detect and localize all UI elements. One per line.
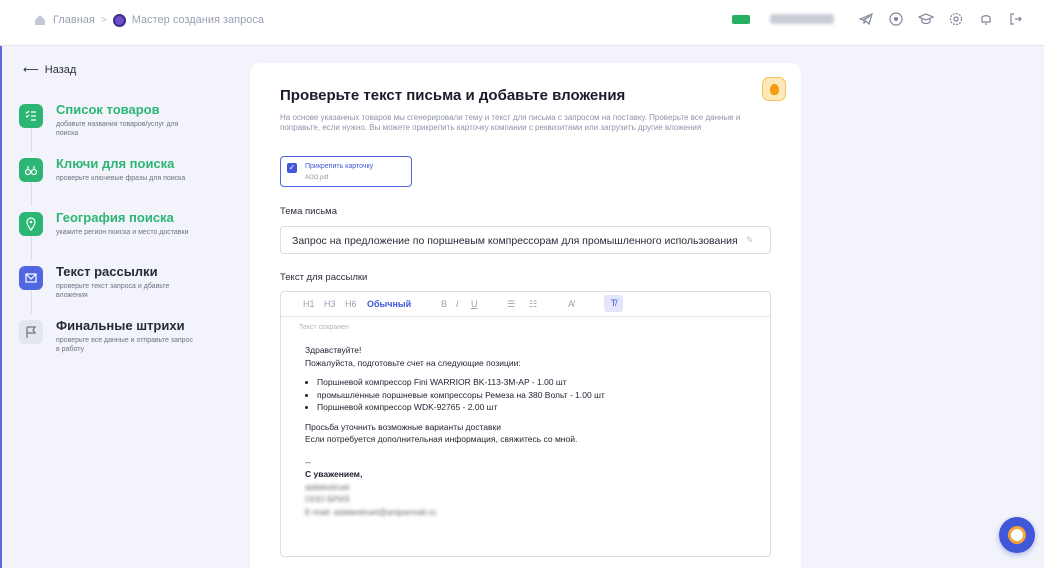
home-icon[interactable] (33, 13, 47, 27)
mail-body[interactable]: Здравствуйте! Пожалуйста, подготовьте сч… (305, 344, 755, 518)
step-final[interactable]: Финальные штрихи проверьте все данные и … (18, 316, 218, 370)
step-geography[interactable]: География поиска укажите регион поиска и… (18, 208, 218, 262)
mail-regards: С уважением, (305, 469, 363, 479)
normal-text-button[interactable]: Обычный (367, 299, 411, 309)
graduation-cap-icon[interactable] (918, 11, 934, 27)
signature-company: ООО БРИЗ (305, 494, 350, 504)
page-subtitle: На основе указанных товаров мы сгенериро… (280, 113, 741, 132)
heading6-button[interactable]: H6 (345, 299, 357, 309)
step-desc: проверьте текст запроса и дбавьте вложен… (56, 283, 170, 299)
step-desc: укажите регион поиска и место доставки (56, 229, 189, 236)
balance-indicator-icon (732, 14, 750, 24)
heading1-button[interactable]: H1 (303, 299, 315, 309)
step-products[interactable]: Список товаров добавьте названия товаров… (18, 100, 218, 154)
mail-intro: Пожалуйста, подготовьте счет на следующи… (305, 357, 521, 368)
mail-separator: -- (305, 456, 311, 467)
lightbulb-icon[interactable] (762, 77, 786, 101)
breadcrumb: Главная > Мастер создания запроса (33, 13, 264, 27)
step-title: Финальные штрихи (56, 318, 185, 333)
saved-status: Текст сохранен (299, 324, 349, 331)
wizard-steps: Список товаров добавьте названия товаров… (18, 100, 218, 370)
chat-bot-icon (1008, 526, 1026, 544)
header-tools (732, 11, 1024, 27)
binoculars-icon (19, 158, 43, 182)
underline-button[interactable]: U (471, 299, 478, 309)
breadcrumb-home[interactable]: Главная (53, 14, 95, 26)
left-accent-line (0, 0, 2, 568)
bullet-list-icon[interactable]: ☰ (507, 299, 515, 310)
whatsapp-icon[interactable] (888, 11, 904, 27)
back-label: Назад (44, 63, 77, 76)
ordered-list-icon[interactable]: ☷ (529, 299, 537, 310)
page-title: Проверьте текст письма и добавьте вложен… (280, 87, 626, 104)
list-item: Поршневой компрессор Fini WARRIOR BK-113… (317, 376, 755, 389)
mail-greeting: Здравствуйте! (305, 345, 362, 355)
signature-name: aidatestruet (305, 481, 350, 492)
step-desc: добавьте названия товаров/услуг для поис… (56, 121, 179, 137)
step-title: Текст рассылки (56, 264, 158, 279)
step-desc: проверьте все данные и отправьте запрос … (56, 337, 193, 353)
bold-button[interactable]: B (441, 299, 447, 309)
user-name[interactable] (770, 14, 834, 24)
step-desc: проверьте ключевые фразы для поиска (56, 175, 186, 182)
chevron-right-icon: > (100, 14, 107, 26)
subject-label: Тема письма (280, 206, 337, 217)
subject-value[interactable]: Запрос на предложение по поршневым компр… (292, 235, 738, 247)
step-title: Список товаров (56, 102, 160, 117)
wizard-icon (112, 13, 126, 27)
step-mail-text[interactable]: Текст рассылки проверьте текст запроса и… (18, 262, 218, 316)
attach-file-name: AOO.pdf (305, 175, 329, 181)
envelope-icon (19, 266, 43, 290)
logout-icon[interactable] (1008, 11, 1024, 27)
checklist-icon (19, 104, 43, 128)
telegram-icon[interactable] (858, 11, 874, 27)
step-keywords[interactable]: Ключи для поиска проверьте ключевые фраз… (18, 154, 218, 208)
subject-field[interactable]: Запрос на предложение по поршневым компр… (280, 226, 771, 254)
flag-icon (19, 320, 43, 344)
text-label: Текст для рассылки (280, 272, 368, 283)
attach-label: Прикрепить карточку (305, 163, 374, 170)
clear-format-icon[interactable]: T̸ (604, 295, 623, 312)
gear-icon[interactable] (948, 11, 964, 27)
list-item: промышленные поршневые компрессоры Ремез… (317, 389, 755, 402)
list-item: Поршневой компрессор WDK-92765 - 2.00 шт (317, 401, 755, 414)
heading3-button[interactable]: H3 (324, 299, 336, 309)
editor-toolbar: H1 H3 H6 Обычный B I U ☰ ☷ A̸ T̸ (281, 292, 770, 317)
top-bar: Главная > Мастер создания запроса (0, 0, 1044, 46)
italic-button[interactable]: I (456, 299, 459, 309)
checkbox-checked-icon[interactable]: ✓ (287, 163, 297, 173)
items-list: Поршневой компрессор Fini WARRIOR BK-113… (317, 376, 755, 414)
mail-line: Просьба уточнить возможные варианты дост… (305, 421, 502, 432)
mail-text-editor[interactable]: H1 H3 H6 Обычный B I U ☰ ☷ A̸ T̸ Текст с… (280, 291, 771, 557)
step-title: География поиска (56, 210, 174, 225)
support-chat-button[interactable] (999, 517, 1035, 553)
breadcrumb-current: Мастер создания запроса (131, 14, 264, 26)
bell-icon[interactable] (978, 11, 994, 27)
signature-email: E-mail: aidatestruet@aniparmail.ru (305, 506, 436, 517)
spellcheck-icon[interactable]: A̸ (568, 299, 574, 309)
step-title: Ключи для поиска (56, 156, 175, 171)
pencil-icon[interactable]: ✎ (746, 235, 756, 245)
arrow-left-icon: ⟵ (23, 64, 39, 76)
attach-card-checkbox[interactable]: ✓ Прикрепить карточку AOO.pdf (280, 156, 412, 187)
back-button[interactable]: ⟵ Назад (23, 63, 77, 77)
mail-line: Если потребуется дополнительная информац… (305, 434, 578, 444)
map-pin-icon (19, 212, 43, 236)
